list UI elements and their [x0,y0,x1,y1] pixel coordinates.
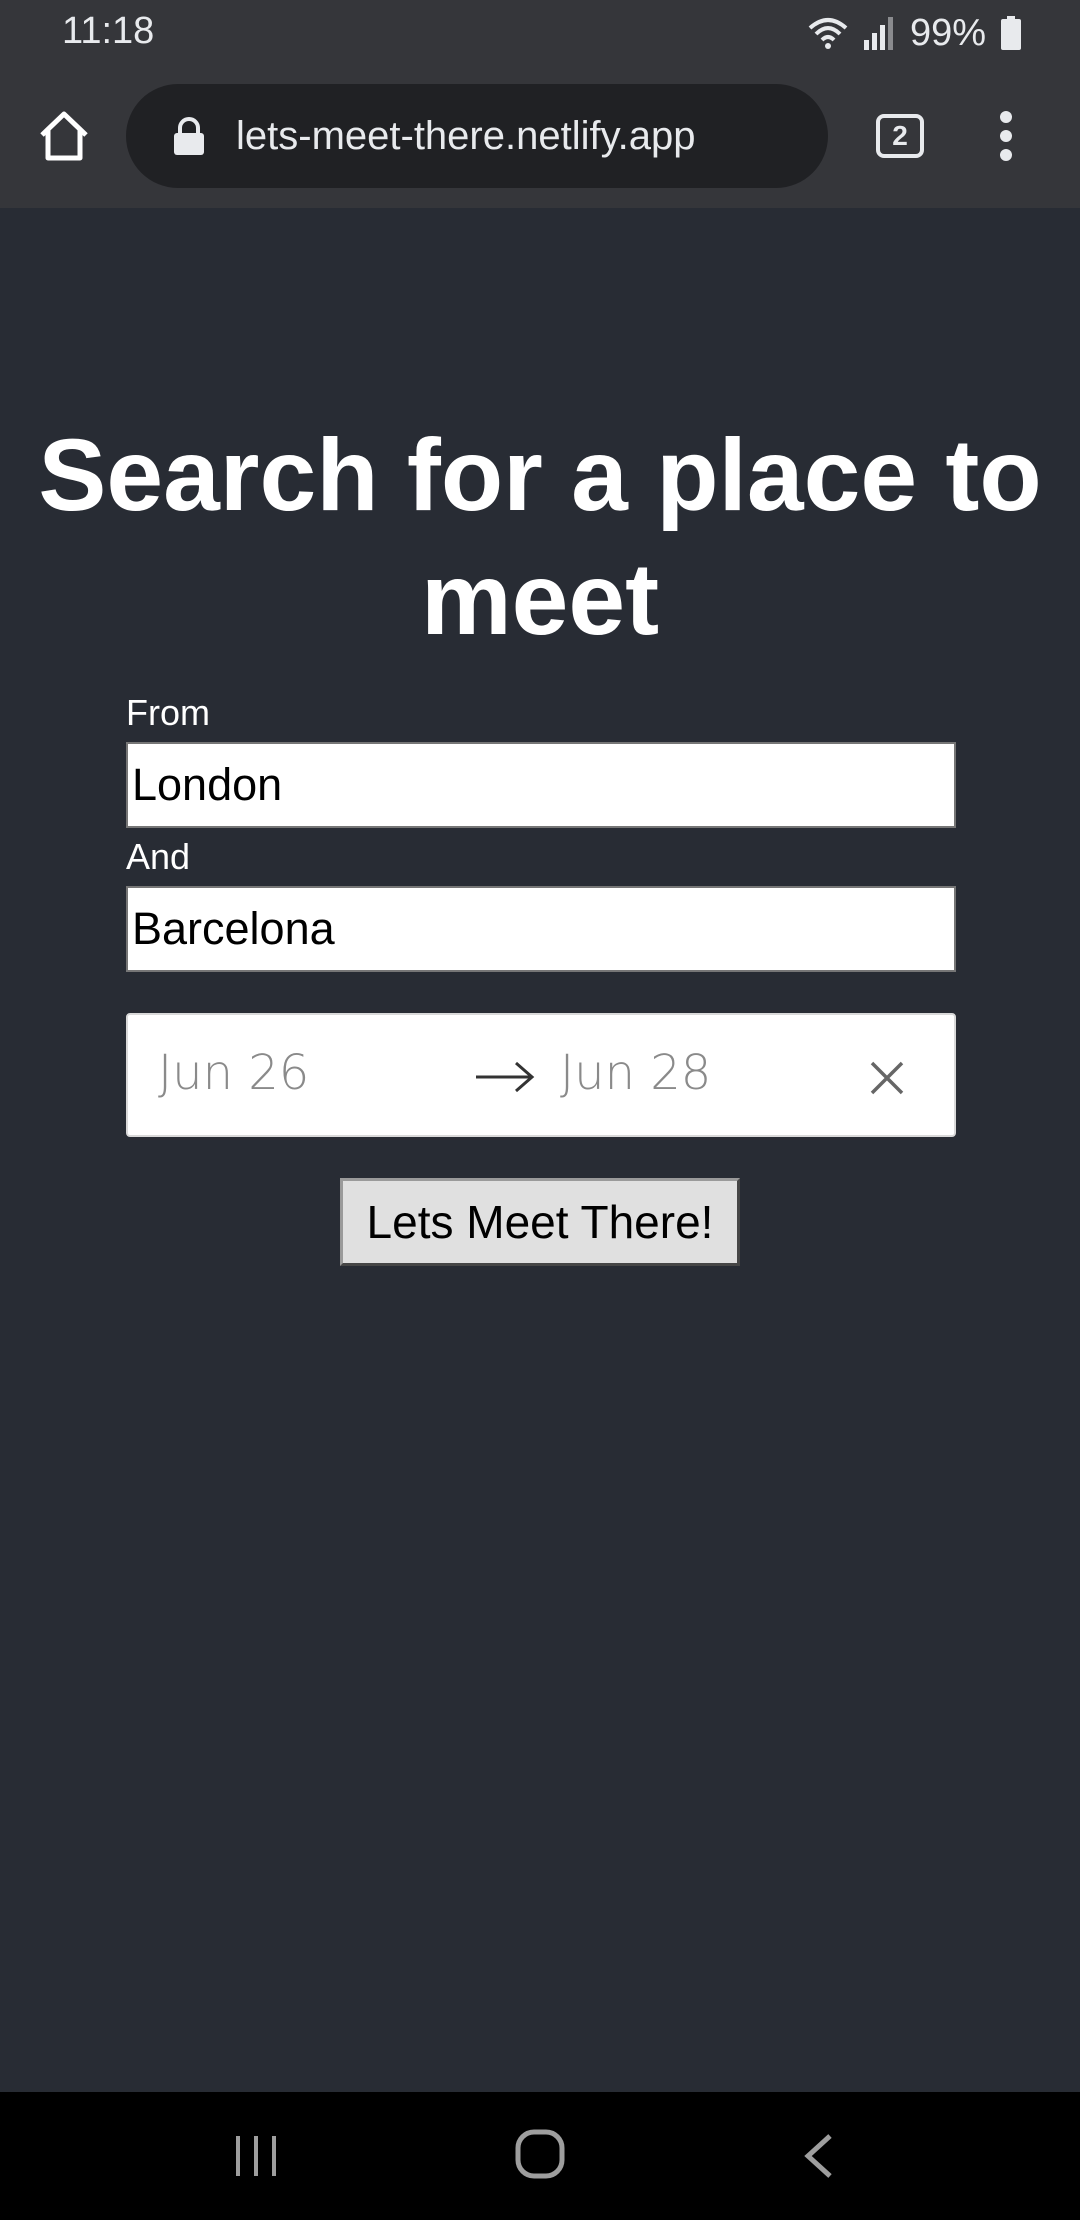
signal-icon [863,17,893,50]
lock-icon [174,117,204,155]
url-bar[interactable]: lets-meet-there.netlify.app [126,84,828,188]
date-range-picker[interactable]: Jun 26 Jun 28 [126,1013,956,1137]
battery-icon [1001,16,1021,50]
more-vert-icon[interactable] [990,110,1022,162]
and-label: And [126,836,191,877]
from-label: From [126,692,210,733]
and-input[interactable] [126,886,956,972]
url-text: lets-meet-there.netlify.app [236,113,696,158]
home-icon[interactable] [36,108,92,164]
browser-toolbar: lets-meet-there.netlify.app 2 [0,66,1080,208]
system-nav-bar [0,2092,1080,2220]
back-icon[interactable] [800,2132,836,2180]
end-date[interactable]: Jun 28 [560,1045,711,1101]
recents-icon[interactable] [232,2134,280,2178]
wifi-icon [808,18,848,49]
tabs-button[interactable]: 2 [876,114,924,158]
battery-percent: 99% [909,11,986,54]
arrow-right-icon [476,1061,535,1093]
page-title: Search for a place to meet [38,418,1042,656]
page-content: Search for a place to meet From And Jun … [0,208,1080,2092]
close-icon[interactable] [868,1059,906,1097]
status-bar: 11:18 99% [0,0,1080,66]
lets-meet-there-button[interactable]: Lets Meet There! [340,1178,740,1266]
status-time: 11:18 [62,10,155,52]
home-icon[interactable] [514,2128,566,2180]
tab-count: 2 [892,120,908,151]
from-input[interactable] [126,742,956,828]
start-date[interactable]: Jun 26 [158,1045,309,1101]
status-icons: 99% [808,10,1022,56]
